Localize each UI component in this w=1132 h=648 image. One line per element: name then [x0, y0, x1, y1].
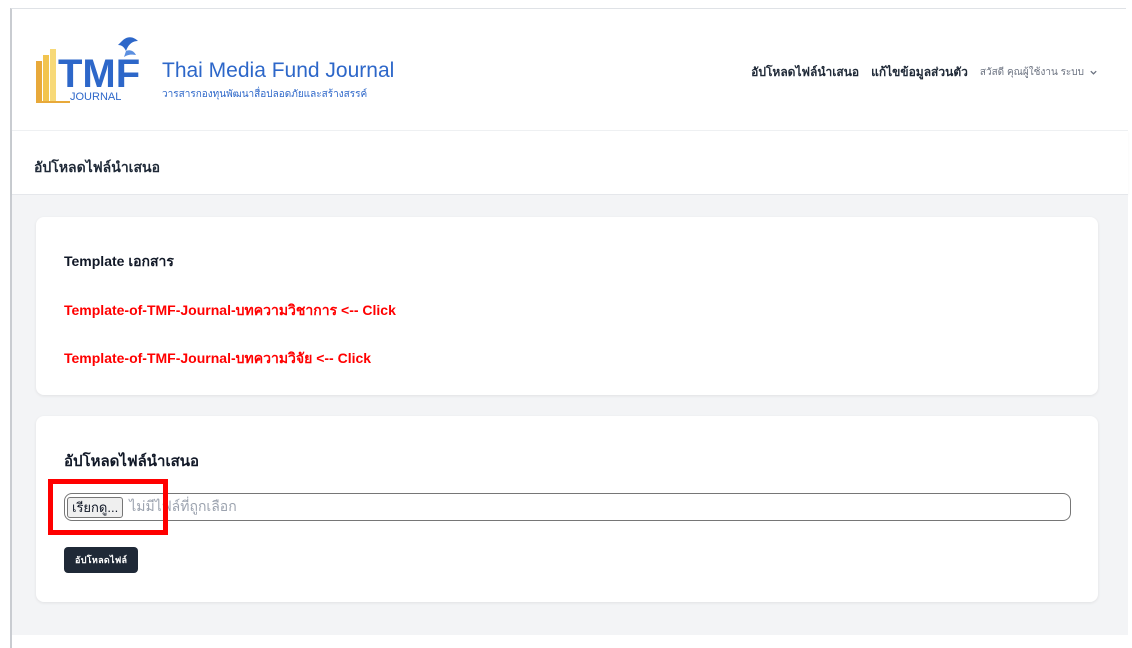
browse-button[interactable]: เรียกดู... [67, 496, 124, 518]
top-navbar: TMF Thai Media Fund Journal วารสารกองทุน… [12, 9, 1128, 131]
template-link-academic[interactable]: Template-of-TMF-Journal-บทความวิชาการ <-… [64, 300, 396, 322]
upload-button[interactable]: อัปโหลดไฟล์ [64, 547, 139, 573]
nav-upload-link[interactable]: อัปโหลดไฟล์นำเสนอ [751, 63, 859, 82]
user-greeting: สวัสดี คุณผู้ใช้งาน ระบบ [979, 67, 1084, 78]
page-header: อัปโหลดไฟล์นำเสนอ [12, 131, 1128, 195]
chevron-down-icon [1090, 70, 1097, 75]
page-title: อัปโหลดไฟล์นำเสนอ [34, 159, 160, 175]
templates-title: Template เอกสาร [64, 253, 174, 269]
user-menu[interactable]: สวัสดี คุณผู้ใช้งาน ระบบ [980, 65, 1098, 80]
template-link-research[interactable]: Template-of-TMF-Journal-บทความวิจัย <-- … [64, 348, 371, 370]
nav-profile-link[interactable]: แก้ไขข้อมูลส่วนตัว [871, 63, 968, 82]
no-file-text: ไม่มีไฟล์ที่ถูกเลือก [129, 498, 237, 514]
logo-subtitle: วารสารกองทุนพัฒนาสื่อปลอดภัยและสร้างสรรค… [162, 89, 368, 100]
logo-sub-mark: JOURNAL [70, 91, 122, 103]
upload-title: อัปโหลดไฟล์นำเสนอ [64, 453, 199, 470]
site-logo[interactable]: TMF Thai Media Fund Journal วารสารกองทุน… [34, 35, 414, 107]
main-nav: อัปโหลดไฟล์นำเสนอ แก้ไขข้อมูลส่วนตัว สวั… [751, 63, 1098, 82]
logo-title: Thai Media Fund Journal [162, 59, 395, 82]
app-window: TMF Thai Media Fund Journal วารสารกองทุน… [10, 8, 1128, 648]
content-area: Template เอกสาร Template-of-TMF-Journal-… [12, 195, 1128, 635]
file-input[interactable]: เรียกดู... ไม่มีไฟล์ที่ถูกเลือก [64, 493, 1071, 521]
upload-card: อัปโหลดไฟล์นำเสนอ เรียกดู... ไม่มีไฟล์ที… [36, 416, 1098, 602]
templates-card: Template เอกสาร Template-of-TMF-Journal-… [36, 217, 1098, 395]
svg-text:TMF: TMF [58, 52, 140, 96]
